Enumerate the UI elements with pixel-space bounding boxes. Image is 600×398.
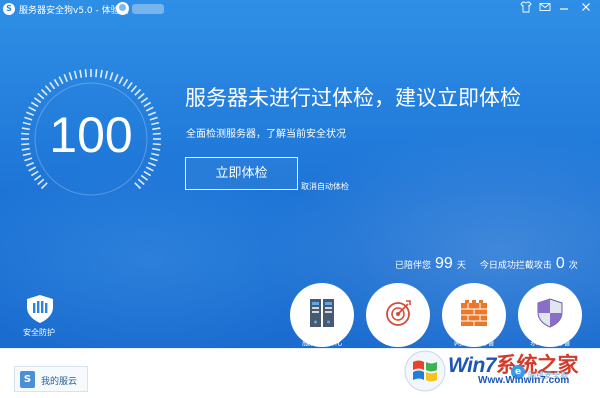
stats-line: 已陪伴您 99 天 今日成功拦截攻击 0 次	[395, 255, 578, 273]
app-title: 服务器安全狗v5.0 - 体验版	[19, 6, 129, 16]
gauge-tick	[79, 69, 83, 78]
my-cloud-label: 我的服云	[41, 377, 78, 387]
gauge-tick	[140, 174, 149, 181]
shield-icon	[27, 295, 53, 323]
gauge-tick	[68, 72, 73, 81]
days-value: 99	[435, 255, 453, 272]
gauge-tick	[37, 178, 45, 186]
page-subline: 全面检测服务器，了解当前安全状况	[186, 129, 346, 140]
main-window: S 服务器安全狗v5.0 - 体验版 100 服务器未进行过体检，建议立即体检 …	[0, 0, 600, 348]
gauge-tick	[113, 74, 119, 83]
skin-icon[interactable]	[518, 1, 534, 16]
gauge-tick	[37, 92, 45, 100]
feature-label: 网络防火墙	[454, 338, 494, 347]
network-firewall-icon	[461, 300, 487, 326]
gauge-tick	[28, 166, 37, 172]
gauge-tick	[58, 76, 64, 85]
user-avatar-icon[interactable]	[116, 2, 129, 15]
blocked-value: 0	[555, 255, 565, 272]
gauge-tick	[118, 76, 124, 85]
gauge-tick	[140, 97, 149, 104]
watermark-url: Www.Winwin7.com	[478, 375, 570, 386]
gauge-tick	[137, 92, 145, 100]
mail-icon[interactable]	[537, 1, 553, 16]
gauge-tick	[30, 170, 39, 177]
check-now-button[interactable]: 立即体检	[185, 157, 298, 190]
feature-network-firewall[interactable]: 网络防火墙	[442, 283, 506, 347]
feature-label: 杀毒	[390, 338, 406, 347]
blurred-username	[132, 4, 164, 14]
security-protection-label: 安全防护	[23, 328, 55, 337]
antivirus-icon	[386, 300, 411, 326]
gauge-tick	[122, 78, 129, 87]
gauge-tick	[40, 88, 48, 96]
gauge-tick	[33, 174, 42, 181]
close-icon[interactable]	[578, 1, 594, 16]
days-unit: 天	[456, 261, 466, 271]
gauge-tick	[109, 72, 114, 81]
gauge-tick	[134, 88, 142, 96]
security-score-gauge: 100	[18, 66, 164, 212]
days-prefix: 已陪伴您	[395, 261, 432, 271]
my-cloud-button[interactable]: S 我的服云	[14, 366, 88, 392]
security-protection-button[interactable]	[24, 294, 60, 328]
gauge-tick	[44, 85, 52, 93]
title-bar: S 服务器安全狗v5.0 - 体验版	[0, 0, 600, 18]
gauge-tick	[49, 81, 56, 90]
page-headline: 服务器未进行过体检，建议立即体检	[185, 86, 521, 110]
windows-logo-icon	[404, 350, 446, 392]
gauge-tick	[126, 81, 133, 90]
server-optimize-icon	[310, 299, 334, 327]
gauge-tick	[143, 170, 152, 177]
system-firewall-icon	[537, 298, 563, 328]
gauge-tick	[130, 85, 138, 93]
blocked-prefix: 今日成功拦截攻击	[479, 261, 552, 271]
gauge-tick	[73, 70, 78, 79]
cancel-auto-check-link[interactable]: 取消自动体检	[301, 181, 349, 192]
security-score: 100	[49, 107, 133, 163]
gauge-tick	[84, 69, 87, 78]
feature-label: 服务器优化	[302, 338, 342, 347]
feature-antivirus[interactable]: 杀毒	[366, 283, 430, 347]
feature-label: 系统防火墙	[530, 338, 570, 347]
gauge-tick	[63, 74, 69, 83]
gauge-tick	[145, 166, 154, 172]
blocked-unit: 次	[568, 261, 578, 271]
gauge-tick	[137, 178, 145, 186]
gauge-tick	[99, 69, 103, 78]
gauge-tick	[95, 69, 98, 78]
gauge-tick	[134, 182, 142, 190]
gauge-tick	[40, 182, 48, 190]
gauge-tick	[33, 97, 42, 104]
minimize-icon[interactable]	[556, 1, 572, 16]
cloud-server-icon: S	[20, 371, 35, 388]
gauge-tick	[53, 78, 60, 87]
feature-server-optimize[interactable]: 服务器优化	[290, 283, 354, 347]
feature-system-firewall[interactable]: 系统防火墙	[518, 283, 582, 347]
app-logo-icon: S	[3, 3, 15, 15]
gauge-tick	[104, 70, 109, 79]
